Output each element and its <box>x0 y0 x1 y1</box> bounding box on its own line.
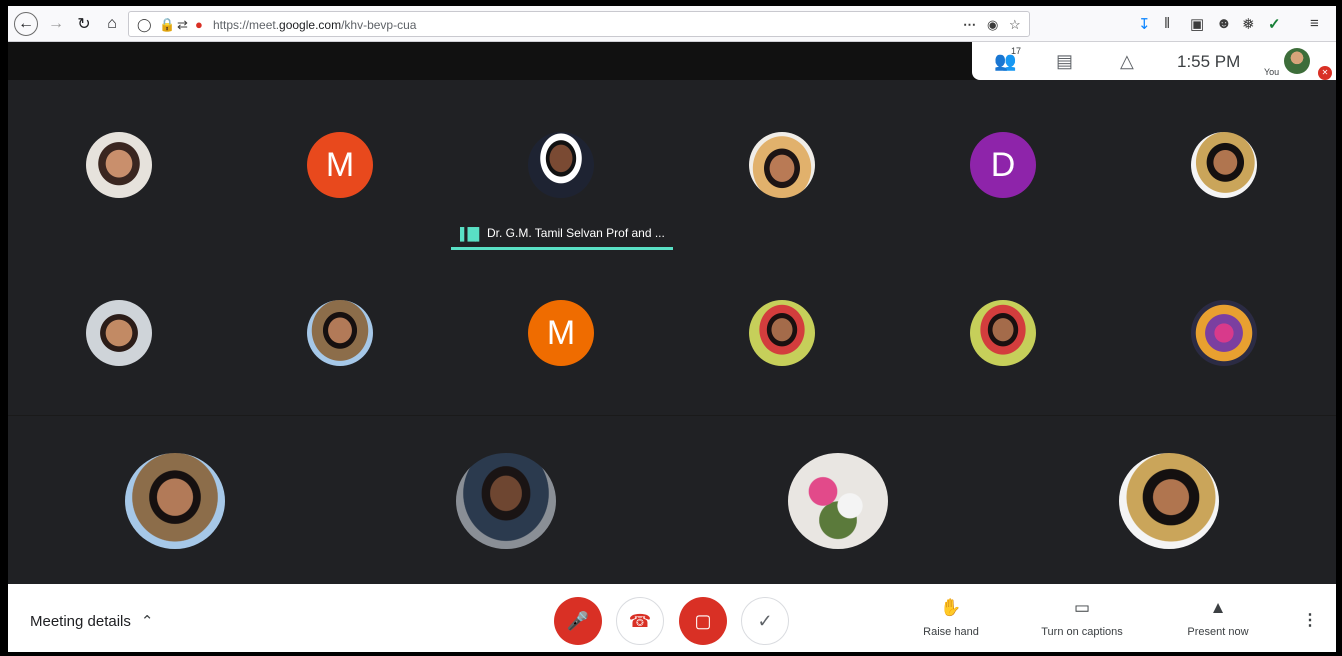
captions-icon: ▭ <box>1073 598 1091 617</box>
self-muted-icon: ✕ <box>1318 66 1332 80</box>
participant-avatar[interactable] <box>1191 300 1257 366</box>
participant-avatar-letter[interactable]: M <box>307 132 373 198</box>
permissions-icon[interactable]: ⇄ <box>177 17 188 33</box>
participant-avatar[interactable] <box>86 300 152 366</box>
mic-off-button[interactable]: 🎤 <box>554 597 602 645</box>
participant-grid: M D ▌█▌ Dr. G.M. Tamil Selvan Prof and .… <box>8 80 1336 584</box>
participant-avatar[interactable] <box>1191 132 1257 198</box>
browser-toolbar: ← → ↻ ⌂ ◯ 🔒 ⇄ ● https://meet.google.com/… <box>8 6 1336 42</box>
extension-check-button[interactable]: ✓ <box>741 597 789 645</box>
present-now-button[interactable]: ▲ Present now <box>1178 598 1258 640</box>
extension-icon[interactable]: ❅ <box>1242 15 1255 33</box>
participant-avatar[interactable] <box>528 132 594 198</box>
library-icon[interactable]: ‖ <box>1164 15 1170 32</box>
mic-off-icon: 🎤 <box>566 610 590 631</box>
participant-avatar-letter[interactable]: D <box>970 132 1036 198</box>
menu-icon[interactable]: ≡ <box>1310 15 1319 32</box>
participant-avatar[interactable] <box>749 132 815 198</box>
participant-avatar[interactable] <box>1119 453 1219 549</box>
meeting-details-button[interactable]: Meeting details ⌃ <box>30 612 153 630</box>
participant-avatar-letter[interactable]: M <box>528 300 594 366</box>
audio-wave-icon: ▌█▌ <box>460 227 483 241</box>
participant-avatar[interactable] <box>125 453 225 549</box>
more-options-icon[interactable]: ⋮ <box>1302 610 1318 630</box>
activities-icon[interactable]: △ <box>1120 51 1134 72</box>
meeting-details-label: Meeting details <box>30 613 131 630</box>
participant-avatar[interactable] <box>456 453 556 549</box>
mic-indicator-icon[interactable]: ● <box>195 17 203 32</box>
raise-hand-label: Raise hand <box>923 626 979 638</box>
captions-button[interactable]: ▭ Turn on captions <box>1034 598 1130 640</box>
raise-hand-button[interactable]: ✋ Raise hand <box>916 598 986 640</box>
download-icon[interactable]: ↧ <box>1138 15 1151 33</box>
address-bar[interactable]: ◯ 🔒 ⇄ ● https://meet.google.com/khv-bevp… <box>128 11 1030 37</box>
more-icon[interactable]: ⋯ <box>963 17 976 33</box>
present-now-label: Present now <box>1187 626 1249 638</box>
reload-icon[interactable]: ↻ <box>72 12 96 36</box>
chat-icon[interactable]: ▤ <box>1056 51 1073 72</box>
you-label: You <box>1264 67 1280 77</box>
check-icon: ✓ <box>757 610 773 631</box>
star-icon[interactable]: ☆ <box>1009 17 1021 33</box>
present-icon: ▲ <box>1209 598 1227 617</box>
clock-time: 1:55 PM <box>1177 52 1241 71</box>
back-icon[interactable]: ← <box>14 12 38 36</box>
participant-avatar[interactable] <box>788 453 888 549</box>
participant-avatar[interactable] <box>86 132 152 198</box>
sidebar-icon[interactable]: ▣ <box>1190 15 1204 33</box>
participant-avatar[interactable] <box>970 300 1036 366</box>
participant-avatar[interactable] <box>749 300 815 366</box>
grid-divider <box>8 415 1336 416</box>
url-text[interactable]: https://meet.google.com/khv-bevp-cua <box>213 18 416 32</box>
lock-icon[interactable]: 🔒 <box>159 17 175 33</box>
bottom-control-bar: Meeting details ⌃ 🎤 ☎ ▢ ✓ ✋ Raise hand ▭ … <box>8 584 1336 652</box>
leave-call-button[interactable]: ☎ <box>616 597 664 645</box>
phone-hangup-icon: ☎ <box>628 610 652 631</box>
pocket-icon[interactable]: ◉ <box>987 17 998 33</box>
account-icon[interactable]: ☻ <box>1216 15 1232 32</box>
hand-icon: ✋ <box>940 598 962 617</box>
chevron-up-icon: ⌃ <box>140 613 154 630</box>
home-icon[interactable]: ⌂ <box>100 12 124 36</box>
self-avatar[interactable] <box>1284 48 1310 74</box>
forward-icon[interactable]: → <box>44 12 68 36</box>
meet-info-bar: 👥 17 ▤ △ 1:55 PM You ✕ <box>972 42 1336 80</box>
speaker-name: Dr. G.M. Tamil Selvan Prof and ... <box>487 226 665 240</box>
check-extension-icon[interactable]: ✓ <box>1268 15 1281 33</box>
camera-off-button[interactable]: ▢ <box>679 597 727 645</box>
captions-label: Turn on captions <box>1041 626 1123 638</box>
camera-off-icon: ▢ <box>694 610 712 631</box>
shield-icon[interactable]: ◯ <box>137 17 152 33</box>
participant-avatar[interactable] <box>307 300 373 366</box>
active-speaker-label: ▌█▌ Dr. G.M. Tamil Selvan Prof and ... <box>451 222 673 250</box>
participants-count: 17 <box>1011 46 1022 56</box>
